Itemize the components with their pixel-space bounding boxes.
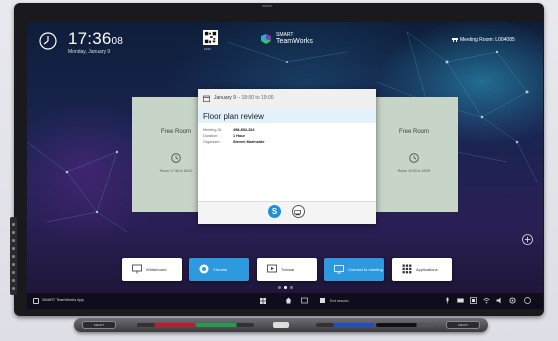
- tray-right-label: SMART: [457, 323, 469, 327]
- current-date: Monday, January 9: [68, 49, 111, 55]
- wifi-icon[interactable]: [483, 297, 490, 304]
- meeting-room-icon: [452, 38, 458, 42]
- current-time: 17:3608: [68, 29, 123, 49]
- svg-text:S: S: [272, 207, 278, 216]
- qr-code-id: 1234: [204, 47, 211, 51]
- applications-label: Applications: [416, 267, 438, 272]
- time-seconds: 08: [111, 36, 124, 47]
- meeting-card-footer: [198, 201, 376, 224]
- applications-button[interactable]: Applications: [392, 258, 452, 281]
- meeting-duration-label: Duration:: [203, 134, 219, 138]
- page-dot[interactable]: [278, 286, 281, 289]
- red-pen[interactable]: [137, 323, 195, 327]
- page-dot-active[interactable]: [284, 286, 287, 289]
- free-room-range: Room 19:00 to 23:59: [397, 169, 431, 173]
- logo-text-teamworks: TeamWorks: [276, 38, 313, 45]
- tray-left-button[interactable]: SMART: [82, 321, 116, 329]
- blue-pen[interactable]: [316, 323, 374, 327]
- whiteboard-button[interactable]: Whiteboard: [122, 258, 182, 281]
- clock-icon: [171, 153, 181, 163]
- smart-logo-icon: [261, 34, 271, 44]
- home-icon[interactable]: [285, 297, 292, 304]
- taskbar-app-name: SMART TeamWorks App: [42, 298, 84, 302]
- page-dot[interactable]: [290, 286, 293, 289]
- clock-icon: [39, 32, 57, 50]
- skype-icon: S: [272, 207, 278, 216]
- meeting-id-label: Meeting ID:: [203, 128, 223, 132]
- chrome-label: Chrome: [213, 267, 228, 272]
- meeting-title: Floor plan review: [203, 112, 264, 121]
- meeting-time-range: – 18:00 to 19:00: [235, 95, 274, 101]
- free-room-card-after[interactable]: Free Room Room 19:00 to 23:59: [370, 97, 458, 212]
- meeting-organizer-label: Organizer:: [203, 140, 221, 144]
- qr-code-icon[interactable]: [203, 30, 218, 45]
- add-icon[interactable]: [522, 234, 533, 245]
- keyboard-icon[interactable]: [457, 297, 464, 304]
- eraser[interactable]: [273, 322, 289, 328]
- meeting-card[interactable]: January 9 – 18:00 to 19:00 Floor plan re…: [198, 89, 376, 224]
- meeting-id-row: Meeting ID: 498-892-324: [203, 128, 255, 132]
- calendar-icon: [203, 95, 210, 102]
- chrome-icon: [199, 264, 209, 274]
- help-icon[interactable]: [524, 297, 531, 304]
- skype-join-button[interactable]: S: [268, 205, 281, 218]
- taskbar: SMART TeamWorks App End session: [27, 293, 543, 309]
- tutorial-label: Tutorial: [281, 267, 295, 272]
- end-session-label[interactable]: End session: [330, 299, 348, 303]
- screen-share-icon[interactable]: [470, 297, 477, 304]
- clock-icon: [409, 153, 419, 163]
- meeting-organizer-value: Steven Marinoide: [233, 140, 265, 144]
- smart-app-icon[interactable]: [33, 298, 39, 304]
- connect-icon: [334, 265, 344, 274]
- windows-start-icon[interactable]: [260, 298, 266, 304]
- meeting-date-day: January 9: [214, 95, 236, 101]
- tutorial-button[interactable]: Tutorial: [257, 258, 317, 281]
- chrome-button[interactable]: Chrome: [189, 258, 249, 281]
- end-session-icon[interactable]: [319, 297, 326, 304]
- meeting-date: January 9 – 18:00 to 19:00: [214, 95, 274, 101]
- meeting-room-label: Meeting Room: L004085: [460, 37, 515, 43]
- connect-to-meeting-label: Connect to meeting: [348, 267, 383, 272]
- bezel-brand: SMART: [262, 4, 273, 8]
- side-control-panel: [10, 217, 17, 295]
- home-screen: 17:3608 Monday, January 9 1234 SMART Tea…: [27, 22, 543, 309]
- tray-left-label: SMART: [93, 323, 105, 327]
- room-system-button[interactable]: [292, 205, 305, 218]
- microphone-icon[interactable]: [444, 297, 451, 304]
- meeting-id-value: 498-892-324: [233, 128, 255, 132]
- connect-to-meeting-button[interactable]: Connect to meeting: [324, 258, 384, 281]
- volume-icon[interactable]: [496, 297, 503, 304]
- room-system-icon: [294, 210, 301, 216]
- whiteboard-label: Whiteboard: [146, 267, 167, 272]
- whiteboard-icon: [132, 264, 142, 274]
- green-pen[interactable]: [196, 323, 254, 327]
- tray-right-button[interactable]: SMART: [446, 321, 480, 329]
- settings-icon[interactable]: [509, 297, 516, 304]
- time-hours-minutes: 17:36: [68, 29, 112, 48]
- meeting-duration-value: 1 Hour: [233, 134, 246, 138]
- applications-icon: [402, 264, 412, 274]
- black-pen[interactable]: [376, 323, 434, 327]
- meeting-duration-row: Duration: 1 Hour: [203, 134, 245, 138]
- meeting-organizer-row: Organizer: Steven Marinoide: [203, 140, 264, 144]
- free-room-status: Free Room: [398, 129, 429, 135]
- task-view-icon[interactable]: [301, 297, 308, 304]
- tutorial-icon: [267, 264, 277, 273]
